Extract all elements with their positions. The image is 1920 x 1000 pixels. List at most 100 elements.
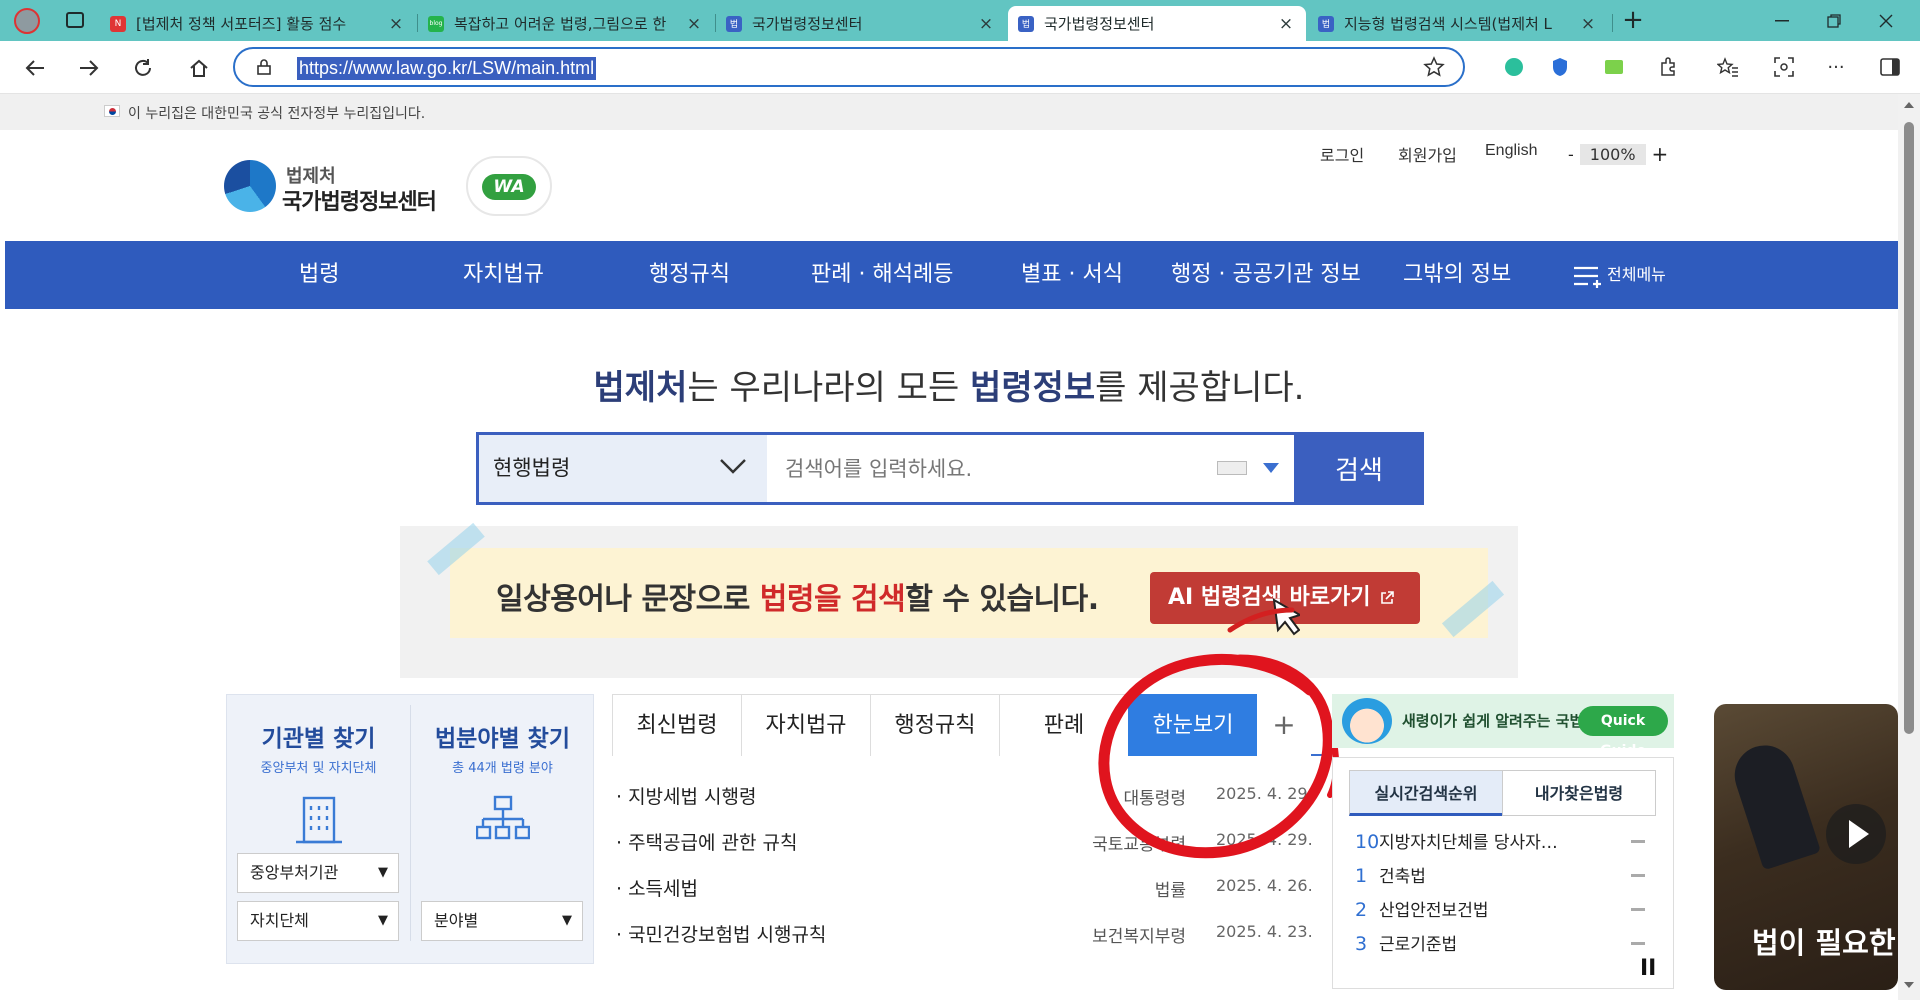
nav-item-other-info[interactable]: 그밖의 정보 [1403,241,1511,309]
list-item[interactable]: · 국민건강보험법 시행규칙 보건복지부령 2025. 4. 23. [616,912,1316,952]
rank-unchanged-icon [1631,942,1645,945]
law-category: 보건복지부령 [1092,927,1186,947]
close-window-icon[interactable] [1866,6,1906,36]
search-scope-select[interactable]: 현행법령 [479,435,767,502]
scroll-up-icon[interactable] [1904,102,1914,108]
extensions-puzzle-icon[interactable] [1654,53,1682,81]
tab-latest-laws[interactable]: 최신법령 [612,694,742,756]
zoom-out-button[interactable]: - [1568,145,1574,164]
login-link[interactable]: 로그인 [1320,142,1364,166]
law-favicon-icon: 법 [1318,15,1334,32]
minimize-icon[interactable] [1762,6,1802,36]
close-tab-icon[interactable]: × [976,14,996,34]
zoom-control: - 100% + [1568,142,1668,166]
refresh-icon[interactable] [126,51,160,85]
play-icon[interactable] [1826,804,1886,864]
profile-avatar-icon[interactable] [14,8,40,34]
browser-tab-bar: N [법제처 정책 서포터즈] 활동 점수 × blog 복잡하고 어려운 법령… [0,0,1920,41]
favorites-icon[interactable] [1714,53,1742,81]
headline-bold-1: 법제처 [593,368,688,408]
more-menu-icon[interactable]: ··· [1822,53,1850,81]
quick-guide-banner[interactable]: 새령이가 쉽게 알려주는 국법 Quick Guide [1332,694,1674,759]
field-select-value: 분야별 [434,911,479,930]
ranking-number: 3 [1355,933,1368,955]
new-tab-icon[interactable]: + [1618,6,1648,36]
address-bar[interactable]: https://www.law.go.kr/LSW/main.html [233,47,1465,87]
virtual-keyboard-icon[interactable] [1217,461,1247,475]
menu-hamburger-icon [1574,266,1601,288]
site-logo[interactable]: 법제처 국가법령정보센터 [224,154,454,220]
external-link-icon [1381,591,1394,604]
finder-agency-title: 기관별 찾기 [261,726,376,752]
search-button[interactable]: 검색 [1294,432,1424,505]
all-menu-button[interactable]: 전체메뉴 [1573,241,1666,309]
dropdown-triangle-icon: ▼ [562,913,572,928]
search-ranking-panel: 실시간검색순위 내가찾은법령 10지방자치단체를 당사자… 1 건축법 2 산업안전… [1332,757,1674,989]
nav-item-laws[interactable]: 법령 [299,241,339,309]
tab-title: 국가법령정보센터 [1044,15,1155,33]
favorite-star-icon[interactable] [1423,56,1445,82]
search-form: 현행법령 검색 [476,432,1424,505]
ranking-law-name: 지방자치단체를 당사자… [1379,833,1558,853]
ranking-item[interactable]: 3 근로기준법 [1355,930,1645,960]
tab-admin-rules[interactable]: 행정규칙 [870,694,1000,756]
agency-select-central[interactable]: 중앙부처기관 ▼ [237,853,399,893]
ranking-law-name: 근로기준법 [1379,935,1458,955]
page-scrollbar[interactable] [1898,94,1920,1000]
ranking-item[interactable]: 2 산업안전보건법 [1355,896,1645,926]
page-headline: 법제처는 우리나라의 모든 법령정보를 제공합니다. [0,360,1898,409]
promo-video[interactable]: 법이 필요한 [1714,704,1898,990]
signup-link[interactable]: 회원가입 [1398,142,1457,166]
browser-tab[interactable]: blog 복잡하고 어려운 법령,그림으로 한 × [418,6,714,41]
nav-item-precedents[interactable]: 판례 · 해석례등 [811,241,953,309]
tab-actions-icon[interactable] [66,12,84,28]
logo-emblem-icon [224,160,276,212]
rank-unchanged-icon [1631,840,1645,843]
close-tab-icon[interactable]: × [1578,14,1598,34]
scroll-down-icon[interactable] [1904,982,1914,988]
sidebar-toggle-icon[interactable] [1876,53,1904,81]
extension-green-icon[interactable] [1500,53,1528,81]
tab-local-laws[interactable]: 자치법규 [741,694,871,756]
nav-item-public-agencies[interactable]: 행정 · 공공기관 정보 [1171,241,1361,309]
restore-icon[interactable] [1814,6,1854,36]
blog-favicon-icon: blog [428,15,444,32]
mascot-icon [1342,698,1392,744]
url-text[interactable]: https://www.law.go.kr/LSW/main.html [297,57,597,80]
zoom-in-button[interactable]: + [1652,142,1669,166]
scrollbar-thumb[interactable] [1904,122,1914,734]
nav-item-admin-rules[interactable]: 행정규칙 [649,241,730,309]
agency-select-local[interactable]: 자치단체 ▼ [237,901,399,941]
search-input[interactable] [767,435,1287,502]
browser-tab-active[interactable]: 법 국가법령정보센터 × [1008,6,1306,41]
ranking-item[interactable]: 10지방자치단체를 당사자… [1355,828,1645,858]
finder-field-title: 법분야별 찾기 [435,726,570,752]
address-toolbar: https://www.law.go.kr/LSW/main.html ··· [0,41,1920,94]
home-icon[interactable] [182,51,216,85]
close-tab-icon[interactable]: × [1276,14,1296,34]
pause-rolling-button[interactable]: II [1640,956,1656,981]
back-icon[interactable] [18,51,52,85]
tab-my-searched-laws[interactable]: 내가찾은법령 [1502,770,1656,816]
nav-item-local-laws[interactable]: 자치법규 [463,241,544,309]
close-tab-icon[interactable]: × [386,14,406,34]
lock-icon[interactable] [257,59,271,79]
shield-extension-icon[interactable] [1546,53,1574,81]
extension-card-icon[interactable] [1600,53,1628,81]
english-link[interactable]: English [1485,142,1537,160]
nav-item-forms[interactable]: 별표 · 서식 [1021,241,1123,309]
screenshot-icon[interactable] [1770,53,1798,81]
quick-guide-text: 새령이가 쉽게 알려주는 국법 [1402,712,1584,730]
close-tab-icon[interactable]: × [684,14,704,34]
browser-tab[interactable]: N [법제처 정책 서포터즈] 활동 점수 × [100,6,416,41]
chevron-down-icon [720,459,746,474]
search-dropdown-arrow-icon[interactable] [1263,463,1279,473]
ranking-law-name: 산업안전보건법 [1379,901,1489,921]
browser-tab[interactable]: 법 지능형 법령검색 시스템(법제처 L × [1308,6,1608,41]
browser-tab[interactable]: 법 국가법령정보센터 × [716,6,1006,41]
tab-realtime-ranking[interactable]: 실시간검색순위 [1349,770,1503,816]
ranking-item[interactable]: 1 건축법 [1355,862,1645,892]
field-select[interactable]: 분야별 ▼ [421,901,583,941]
quick-guide-button[interactable]: Quick Guide [1578,706,1668,759]
forward-icon[interactable] [72,51,106,85]
